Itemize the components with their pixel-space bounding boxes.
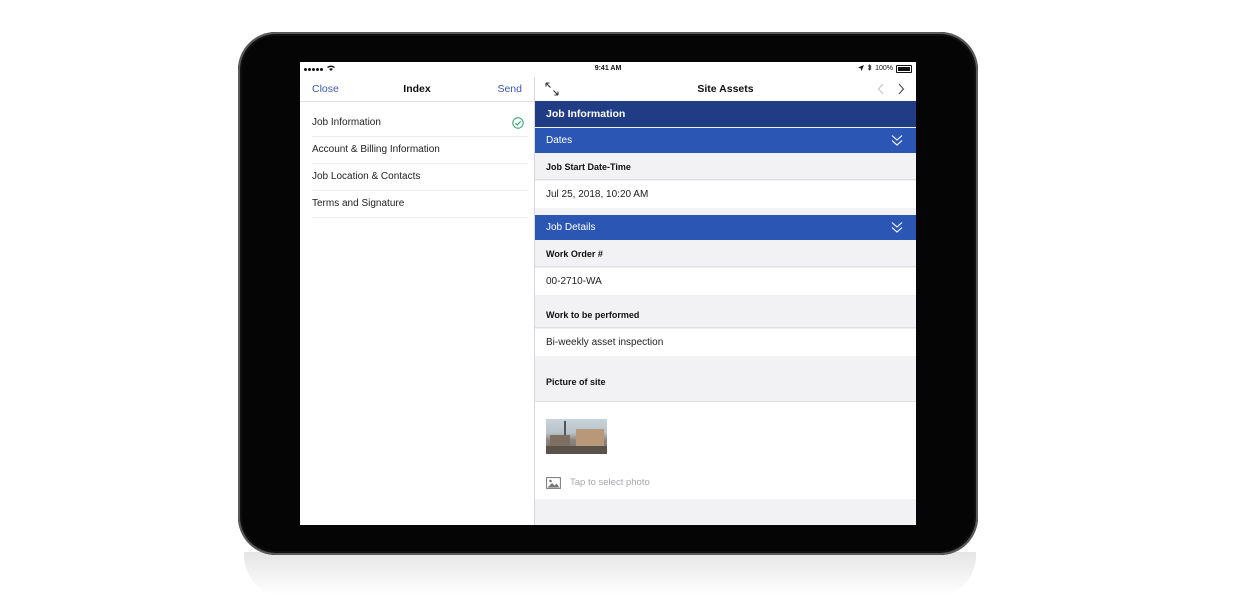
double-chevron-down-icon: [891, 135, 903, 146]
bluetooth-icon: [867, 64, 872, 73]
job-start-field[interactable]: Jul 25, 2018, 10:20 AM: [535, 181, 916, 208]
index-item-terms-signature[interactable]: Terms and Signature: [312, 191, 528, 218]
form-panel: Site Assets Job Information Dates Job St…: [535, 77, 916, 525]
section-header-job-information: Job Information: [535, 101, 916, 127]
photo-field: Tap to select photo: [535, 402, 916, 499]
chevron-left-icon[interactable]: [876, 82, 886, 96]
job-details-header-label: Job Details: [546, 222, 596, 233]
index-item-label: Account & Billing Information: [312, 144, 440, 155]
status-right: 100%: [858, 64, 912, 73]
index-list: Job Information Account & Billing Inform…: [300, 110, 534, 218]
device-shadow: [244, 552, 976, 596]
chevron-right-icon[interactable]: [896, 82, 906, 96]
work-performed-label: Work to be performed: [535, 302, 916, 328]
work-performed-field[interactable]: Bi-weekly asset inspection: [535, 329, 916, 356]
picture-label: Picture of site: [535, 362, 916, 402]
index-item-label: Job Location & Contacts: [312, 171, 421, 182]
battery-percent: 100%: [875, 65, 893, 72]
check-circle-icon: [512, 117, 524, 129]
site-photo-thumbnail[interactable]: [546, 419, 607, 454]
work-order-label: Work Order #: [535, 241, 916, 267]
dates-group-header[interactable]: Dates: [535, 128, 916, 153]
location-icon: [858, 64, 865, 73]
index-item-account-billing[interactable]: Account & Billing Information: [312, 137, 528, 164]
photo-hint: Tap to select photo: [570, 477, 650, 488]
status-time: 9:41 AM: [594, 65, 622, 72]
work-order-field[interactable]: 00-2710-WA: [535, 268, 916, 295]
index-item-label: Terms and Signature: [312, 198, 405, 209]
index-panel: Close Index Send Job Information Account…: [300, 77, 535, 525]
battery-icon: [896, 64, 912, 73]
form-title: Site Assets: [697, 83, 754, 95]
status-bar: 9:41 AM 100%: [300, 62, 916, 77]
send-button[interactable]: Send: [497, 83, 522, 95]
double-chevron-down-icon: [891, 222, 903, 233]
index-item-job-information[interactable]: Job Information: [312, 110, 528, 137]
job-details-group-header[interactable]: Job Details: [535, 215, 916, 240]
dates-header-label: Dates: [546, 135, 573, 146]
image-icon: [546, 477, 561, 489]
index-item-job-location[interactable]: Job Location & Contacts: [312, 164, 528, 191]
job-start-label: Job Start Date-Time: [535, 154, 916, 180]
tablet-screen: 9:41 AM 100% Close Index Send Job Inform…: [300, 62, 916, 525]
form-nav-bar: Site Assets: [535, 77, 916, 101]
index-item-label: Job Information: [312, 117, 381, 128]
index-nav-bar: Close Index Send: [300, 77, 534, 102]
